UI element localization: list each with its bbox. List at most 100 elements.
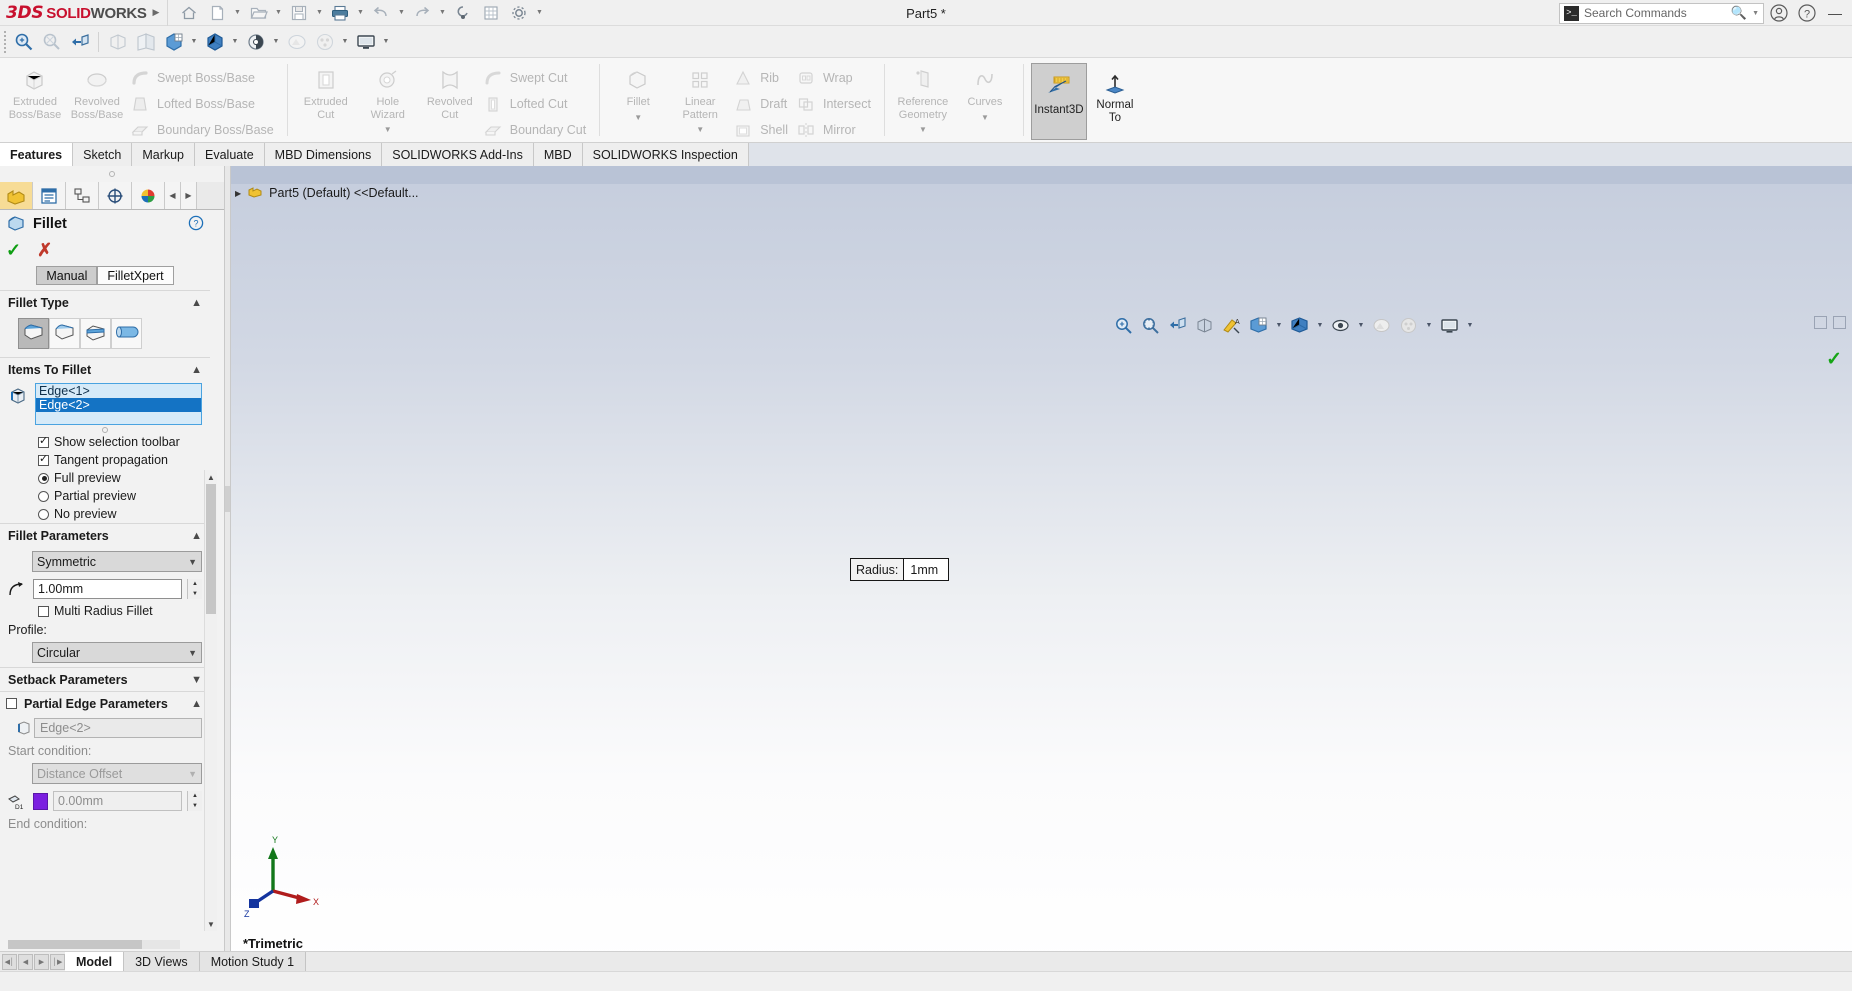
search-dropdown-icon[interactable]: ▼ <box>1752 10 1759 17</box>
display-style-dropdown-icon[interactable]: ▼ <box>188 28 200 56</box>
menu-expand-arrow[interactable]: ▶ <box>145 7 167 18</box>
filletxpert-mode-button[interactable]: FilletXpert <box>97 266 174 285</box>
stepper-down-icon[interactable]: ▼ <box>188 801 202 811</box>
list-item[interactable]: Edge<1> <box>36 384 201 398</box>
radius-stepper[interactable]: ▲ ▼ <box>187 579 202 599</box>
zoom-to-fit-icon[interactable] <box>38 28 65 56</box>
list-item-empty[interactable] <box>36 412 201 424</box>
offset-stepper[interactable]: ▲ ▼ <box>187 791 202 811</box>
linear-pattern-dropdown-icon[interactable]: ▼ <box>669 124 731 137</box>
lofted-boss-base-button[interactable]: Lofted Boss/Base <box>128 91 280 117</box>
new-document-dropdown-icon[interactable]: ▼ <box>232 1 243 25</box>
scene-dropdown-icon[interactable]: ▼ <box>339 28 351 56</box>
appearance-dropdown-icon[interactable]: ▼ <box>270 28 282 56</box>
full-preview-radio[interactable] <box>38 472 49 484</box>
prev-tab-button[interactable]: ◀ <box>18 953 33 970</box>
toolbar-grip[interactable] <box>4 30 9 53</box>
splitter-knob[interactable] <box>225 486 230 512</box>
section-header-fillet-parameters[interactable]: Fillet Parameters ▲ <box>0 523 210 547</box>
extruded-boss-base-button[interactable]: Extruded Boss/Base <box>4 61 66 121</box>
tab-features[interactable]: Features <box>0 143 74 166</box>
chevron-up-icon[interactable]: ▲ <box>191 530 202 542</box>
panel-horizontal-scrollbar[interactable] <box>8 940 180 949</box>
draft-button[interactable]: Draft <box>731 91 794 117</box>
rebuild-icon[interactable] <box>450 1 476 25</box>
hole-wizard-dropdown-icon[interactable]: ▼ <box>357 124 419 137</box>
section-header-fillet-type[interactable]: Fillet Type ▲ <box>0 290 210 314</box>
graphics-viewport[interactable]: ▶ Part5 (Default) <<Default... A ▼ ▼ ▼ ▼… <box>231 166 1852 971</box>
curves-button[interactable]: Curves ▼ <box>954 61 1016 124</box>
show-selection-toolbar-row[interactable]: Show selection toolbar <box>0 433 210 451</box>
help-icon[interactable]: ? <box>188 215 204 234</box>
monitor-display-icon[interactable] <box>352 28 379 56</box>
redo-dropdown-icon[interactable]: ▼ <box>437 1 448 25</box>
section-header-partial-edge-parameters[interactable]: Partial Edge Parameters ▲ <box>0 691 210 715</box>
shell-button[interactable]: Shell <box>731 117 794 143</box>
bottom-tab-motion-study[interactable]: Motion Study 1 <box>199 952 307 971</box>
save-dropdown-icon[interactable]: ▼ <box>314 1 325 25</box>
first-tab-button[interactable]: ◀│ <box>2 953 17 970</box>
bottom-tab-3d-views[interactable]: 3D Views <box>124 952 200 971</box>
offset-input[interactable]: 0.00mm <box>53 791 182 811</box>
next-tab-button[interactable]: ▶ <box>34 953 49 970</box>
swept-cut-button[interactable]: Swept Cut <box>481 65 592 91</box>
show-selection-toolbar-checkbox[interactable] <box>38 434 49 448</box>
manual-mode-button[interactable]: Manual <box>36 266 98 285</box>
zoom-to-area-icon[interactable] <box>10 28 37 56</box>
scrollbar-thumb[interactable] <box>8 940 143 949</box>
stepper-up-icon[interactable]: ▲ <box>188 791 202 801</box>
scroll-down-icon[interactable]: ▼ <box>205 917 217 931</box>
section-view-icon[interactable] <box>104 28 131 56</box>
hide-show-items-icon[interactable] <box>201 28 228 56</box>
normal-to-button[interactable]: Normal To <box>1087 61 1143 125</box>
list-item[interactable]: Edge<2> <box>36 398 201 412</box>
hide-show-dropdown-icon[interactable]: ▼ <box>229 28 241 56</box>
lofted-cut-button[interactable]: Lofted Cut <box>481 91 592 117</box>
stepper-up-icon[interactable]: ▲ <box>188 579 202 589</box>
reference-geometry-button[interactable]: Reference Geometry ▼ <box>892 61 954 137</box>
stepper-down-icon[interactable]: ▼ <box>188 589 202 599</box>
tab-mbd-dimensions[interactable]: MBD Dimensions <box>264 143 383 166</box>
redo-icon[interactable] <box>409 1 435 25</box>
tab-solidworks-addins[interactable]: SOLIDWORKS Add-Ins <box>382 143 534 166</box>
chevron-down-icon[interactable]: ▼ <box>188 769 197 779</box>
reference-geometry-dropdown-icon[interactable]: ▼ <box>892 124 954 137</box>
no-preview-row[interactable]: No preview <box>0 505 210 523</box>
hole-wizard-button[interactable]: Hole Wizard ▼ <box>357 61 419 137</box>
new-document-icon[interactable] <box>204 1 230 25</box>
tangent-propagation-row[interactable]: Tangent propagation <box>0 451 210 469</box>
face-fillet-button[interactable] <box>80 318 111 349</box>
rib-button[interactable]: Rib <box>731 65 794 91</box>
fillet-dropdown-icon[interactable]: ▼ <box>607 112 669 125</box>
dimxpert-manager-tab[interactable] <box>99 182 132 209</box>
section-header-items-to-fillet[interactable]: Items To Fillet ▲ <box>0 357 210 381</box>
property-manager-tab[interactable] <box>33 182 66 209</box>
selection-resize-handle[interactable] <box>0 425 210 433</box>
monitor-dropdown-icon[interactable]: ▼ <box>380 28 392 56</box>
chevron-up-icon[interactable]: ▲ <box>191 364 202 376</box>
open-dropdown-icon[interactable]: ▼ <box>273 1 284 25</box>
boundary-boss-base-button[interactable]: Boundary Boss/Base <box>128 117 280 143</box>
partial-edge-field[interactable]: Edge<2> <box>18 718 202 738</box>
undo-icon[interactable] <box>368 1 394 25</box>
chevron-down-icon[interactable]: ▼ <box>188 557 197 567</box>
chevron-down-icon[interactable]: ▼ <box>188 648 197 658</box>
no-preview-radio[interactable] <box>38 508 49 520</box>
home-icon[interactable] <box>176 1 202 25</box>
partial-edge-parameters-checkbox[interactable] <box>6 698 17 709</box>
radius-callout-input[interactable]: 1mm <box>904 559 949 580</box>
tab-markup[interactable]: Markup <box>132 143 196 166</box>
chevron-up-icon[interactable]: ▲ <box>191 698 202 710</box>
print-icon[interactable] <box>327 1 353 25</box>
options-dropdown-icon[interactable]: ▼ <box>534 1 545 25</box>
undo-dropdown-icon[interactable]: ▼ <box>396 1 407 25</box>
search-commands-input[interactable]: >_ Search Commands 🔍 ▼ <box>1559 2 1764 24</box>
tab-evaluate[interactable]: Evaluate <box>195 143 265 166</box>
tab-mbd[interactable]: MBD <box>533 143 583 166</box>
full-preview-row[interactable]: Full preview <box>0 469 210 487</box>
view-settings-icon[interactable] <box>311 28 338 56</box>
apply-scene-icon[interactable] <box>283 28 310 56</box>
print-dropdown-icon[interactable]: ▼ <box>355 1 366 25</box>
3d-model-render[interactable] <box>231 166 1852 971</box>
swept-boss-base-button[interactable]: Swept Boss/Base <box>128 65 280 91</box>
